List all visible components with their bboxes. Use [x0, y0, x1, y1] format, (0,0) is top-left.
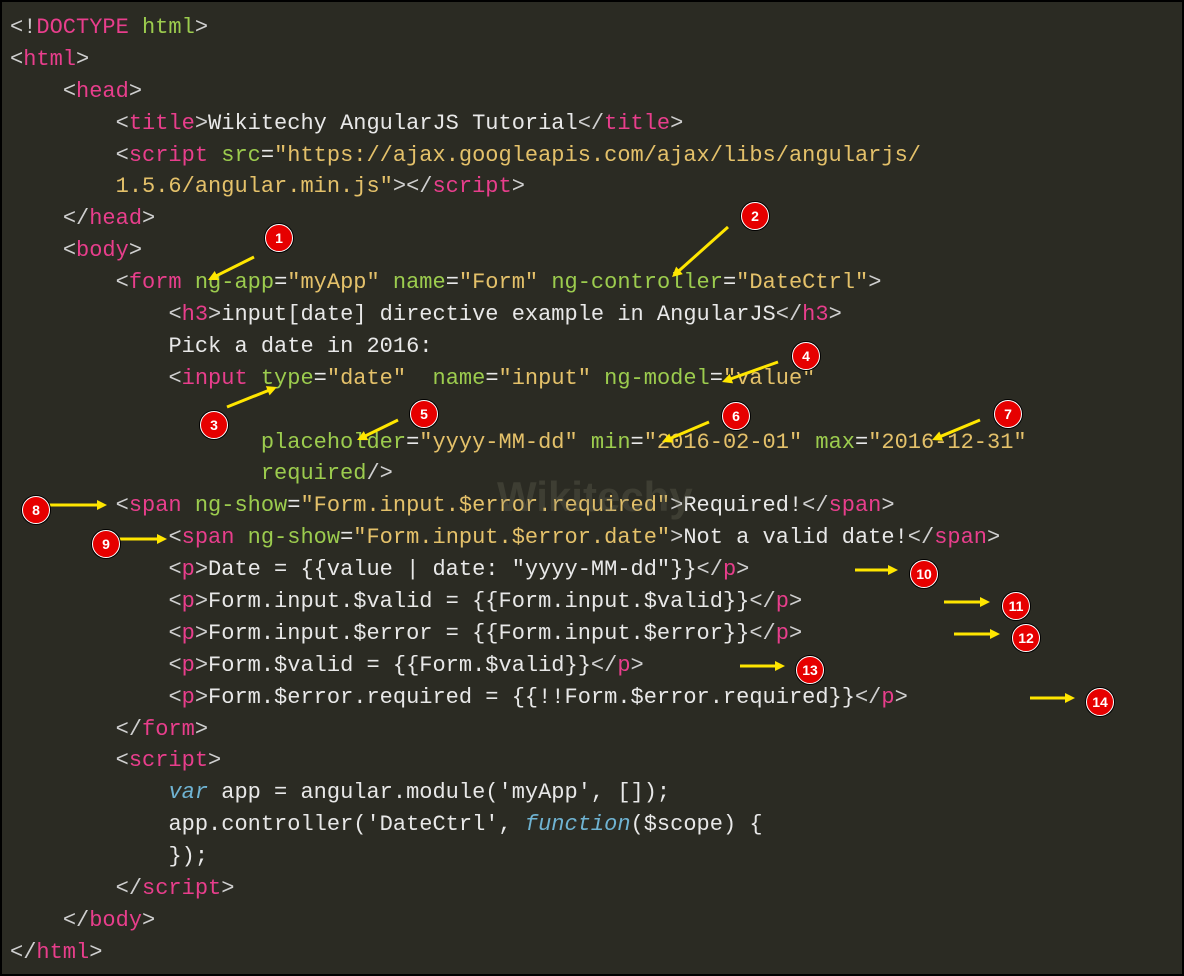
- code-editor: Wikitechy <!DOCTYPE html><html> <head> <…: [0, 0, 1184, 976]
- annotation-badge-11: 11: [1002, 592, 1030, 620]
- annotation-badge-5: 5: [410, 400, 438, 428]
- annotation-badge-3: 3: [200, 411, 228, 439]
- code-line: <title>Wikitechy AngularJS Tutorial</tit…: [10, 108, 1174, 140]
- annotation-badge-8: 8: [22, 496, 50, 524]
- annotation-badge-10: 10: [910, 560, 938, 588]
- code-line: <html>: [10, 44, 1174, 76]
- annotation-badge-12: 12: [1012, 624, 1040, 652]
- code-line: <p>Form.$valid = {{Form.$valid}}</p>: [10, 650, 1174, 682]
- code-line: <script src="https://ajax.googleapis.com…: [10, 140, 1174, 172]
- code-line: <!DOCTYPE html>: [10, 12, 1174, 44]
- code-line: <p>Form.input.$valid = {{Form.input.$val…: [10, 586, 1174, 618]
- annotation-badge-4: 4: [792, 342, 820, 370]
- code-line: <h3>input[date] directive example in Ang…: [10, 299, 1174, 331]
- annotation-badge-9: 9: [92, 530, 120, 558]
- code-line: <form ng-app="myApp" name="Form" ng-cont…: [10, 267, 1174, 299]
- code-line: required/>: [10, 458, 1174, 490]
- annotation-badge-6: 6: [722, 402, 750, 430]
- annotation-badge-1: 1: [265, 224, 293, 252]
- code-line: <p>Date = {{value | date: "yyyy-MM-dd"}}…: [10, 554, 1174, 586]
- annotation-badge-7: 7: [994, 400, 1022, 428]
- code-line: </script>: [10, 873, 1174, 905]
- annotation-badge-13: 13: [796, 656, 824, 684]
- code-line: </body>: [10, 905, 1174, 937]
- code-line: var app = angular.module('myApp', []);: [10, 777, 1174, 809]
- code-line: </form>: [10, 714, 1174, 746]
- annotation-badge-2: 2: [741, 202, 769, 230]
- code-line: <script>: [10, 745, 1174, 777]
- code-line: Pick a date in 2016:: [10, 331, 1174, 363]
- annotation-badge-14: 14: [1086, 688, 1114, 716]
- code-block: <!DOCTYPE html><html> <head> <title>Wiki…: [10, 12, 1174, 969]
- code-line: <span ng-show="Form.input.$error.require…: [10, 490, 1174, 522]
- code-line: <body>: [10, 235, 1174, 267]
- code-line: <head>: [10, 76, 1174, 108]
- code-line: 1.5.6/angular.min.js"></script>: [10, 171, 1174, 203]
- code-line: placeholder="yyyy-MM-dd" min="2016-02-01…: [10, 427, 1174, 459]
- code-line: <input type="date" name="input" ng-model…: [10, 363, 1174, 395]
- code-line: <span ng-show="Form.input.$error.date">N…: [10, 522, 1174, 554]
- code-line: <p>Form.input.$error = {{Form.input.$err…: [10, 618, 1174, 650]
- code-line: });: [10, 841, 1174, 873]
- code-line: app.controller('DateCtrl', function($sco…: [10, 809, 1174, 841]
- code-line: <p>Form.$error.required = {{!!Form.$erro…: [10, 682, 1174, 714]
- code-line: </html>: [10, 937, 1174, 969]
- code-line: </head>: [10, 203, 1174, 235]
